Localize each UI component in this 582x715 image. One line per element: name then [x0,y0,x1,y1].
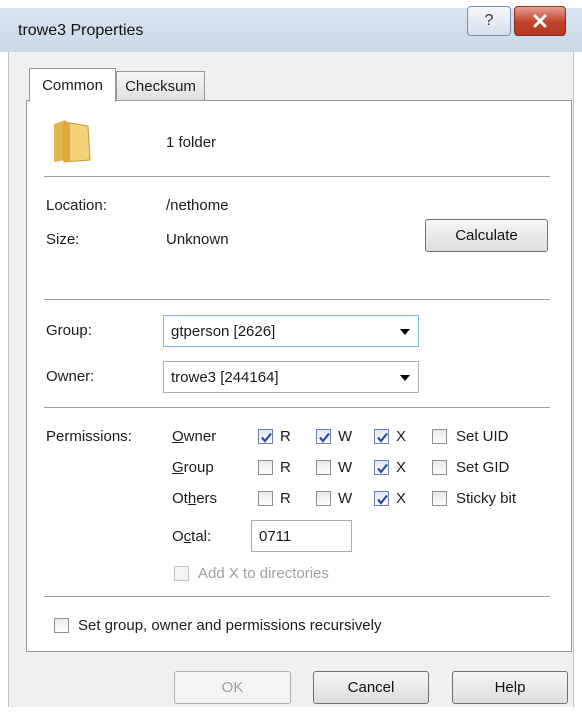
chevron-down-icon [400,329,410,335]
location-value: /nethome [166,197,229,214]
size-value: Unknown [166,231,229,248]
owner-execute-label: X [396,428,407,445]
divider [44,596,550,597]
owner-execute-checkbox[interactable] [374,429,389,444]
perm-row-label-group: Group [172,459,214,476]
divider [44,407,550,408]
permissions-label: Permissions: [46,428,132,445]
perm-row-label-others: Others [172,490,218,507]
checkmark-icon [377,432,388,443]
add-x-checkbox[interactable] [174,566,189,581]
group-read-label: R [280,459,291,476]
owner-read-checkbox[interactable] [258,429,273,444]
group-read-checkbox[interactable] [258,460,273,475]
help-button[interactable]: Help [452,671,568,704]
others-read-checkbox[interactable] [258,491,273,506]
calculate-button[interactable]: Calculate [425,219,548,252]
add-x-label: Add X to directories [198,565,329,582]
close-button[interactable] [514,6,566,36]
octal-value: 0711 [259,528,292,545]
group-value: gtperson [2626] [171,323,276,340]
others-execute-label: X [396,490,407,507]
owner-value: trowe3 [244164] [171,369,279,386]
group-special-label: Set GID [456,459,510,476]
checkmark-icon [319,432,330,443]
owner-special-label: Set UID [456,428,509,445]
group-dropdown[interactable]: gtperson [2626] [163,315,419,347]
divider [44,176,550,177]
group-write-checkbox[interactable] [316,460,331,475]
location-label: Location: [46,197,107,214]
recursive-label: Set group, owner and permissions recursi… [78,617,382,634]
group-label: Group: [46,322,92,339]
checkmark-icon [377,494,388,505]
close-icon [533,14,547,28]
checkmark-icon [261,432,272,443]
tab-checksum[interactable]: Checksum [116,71,205,100]
owner-read-label: R [280,428,291,445]
tab-common[interactable]: Common [29,68,116,102]
folder-icon [54,120,91,163]
owner-dropdown[interactable]: trowe3 [244164] [163,361,419,393]
size-label: Size: [46,231,80,248]
others-read-label: R [280,490,291,507]
checkmark-icon [377,463,388,474]
window-title: trowe3 Properties [18,22,144,39]
help-caption-button[interactable]: ? [467,6,511,36]
group-special-checkbox[interactable] [432,460,447,475]
others-write-label: W [338,490,353,507]
group-write-label: W [338,459,353,476]
chevron-down-icon [400,375,410,381]
others-execute-checkbox[interactable] [374,491,389,506]
perm-row-label-owner: Owner [172,428,217,445]
octal-input[interactable]: 0711 [251,520,352,552]
divider [44,299,550,300]
group-execute-label: X [396,459,407,476]
owner-write-label: W [338,428,353,445]
ok-button[interactable]: OK [174,671,291,704]
cancel-button[interactable]: Cancel [313,671,429,704]
recursive-checkbox[interactable] [54,618,69,633]
question-icon: ? [484,12,494,29]
item-count: 1 folder [166,134,217,151]
others-special-label: Sticky bit [456,490,517,507]
others-write-checkbox[interactable] [316,491,331,506]
octal-label: Octal: [172,528,212,545]
group-execute-checkbox[interactable] [374,460,389,475]
owner-write-checkbox[interactable] [316,429,331,444]
others-special-checkbox[interactable] [432,491,447,506]
owner-label: Owner: [46,368,95,385]
owner-special-checkbox[interactable] [432,429,447,444]
